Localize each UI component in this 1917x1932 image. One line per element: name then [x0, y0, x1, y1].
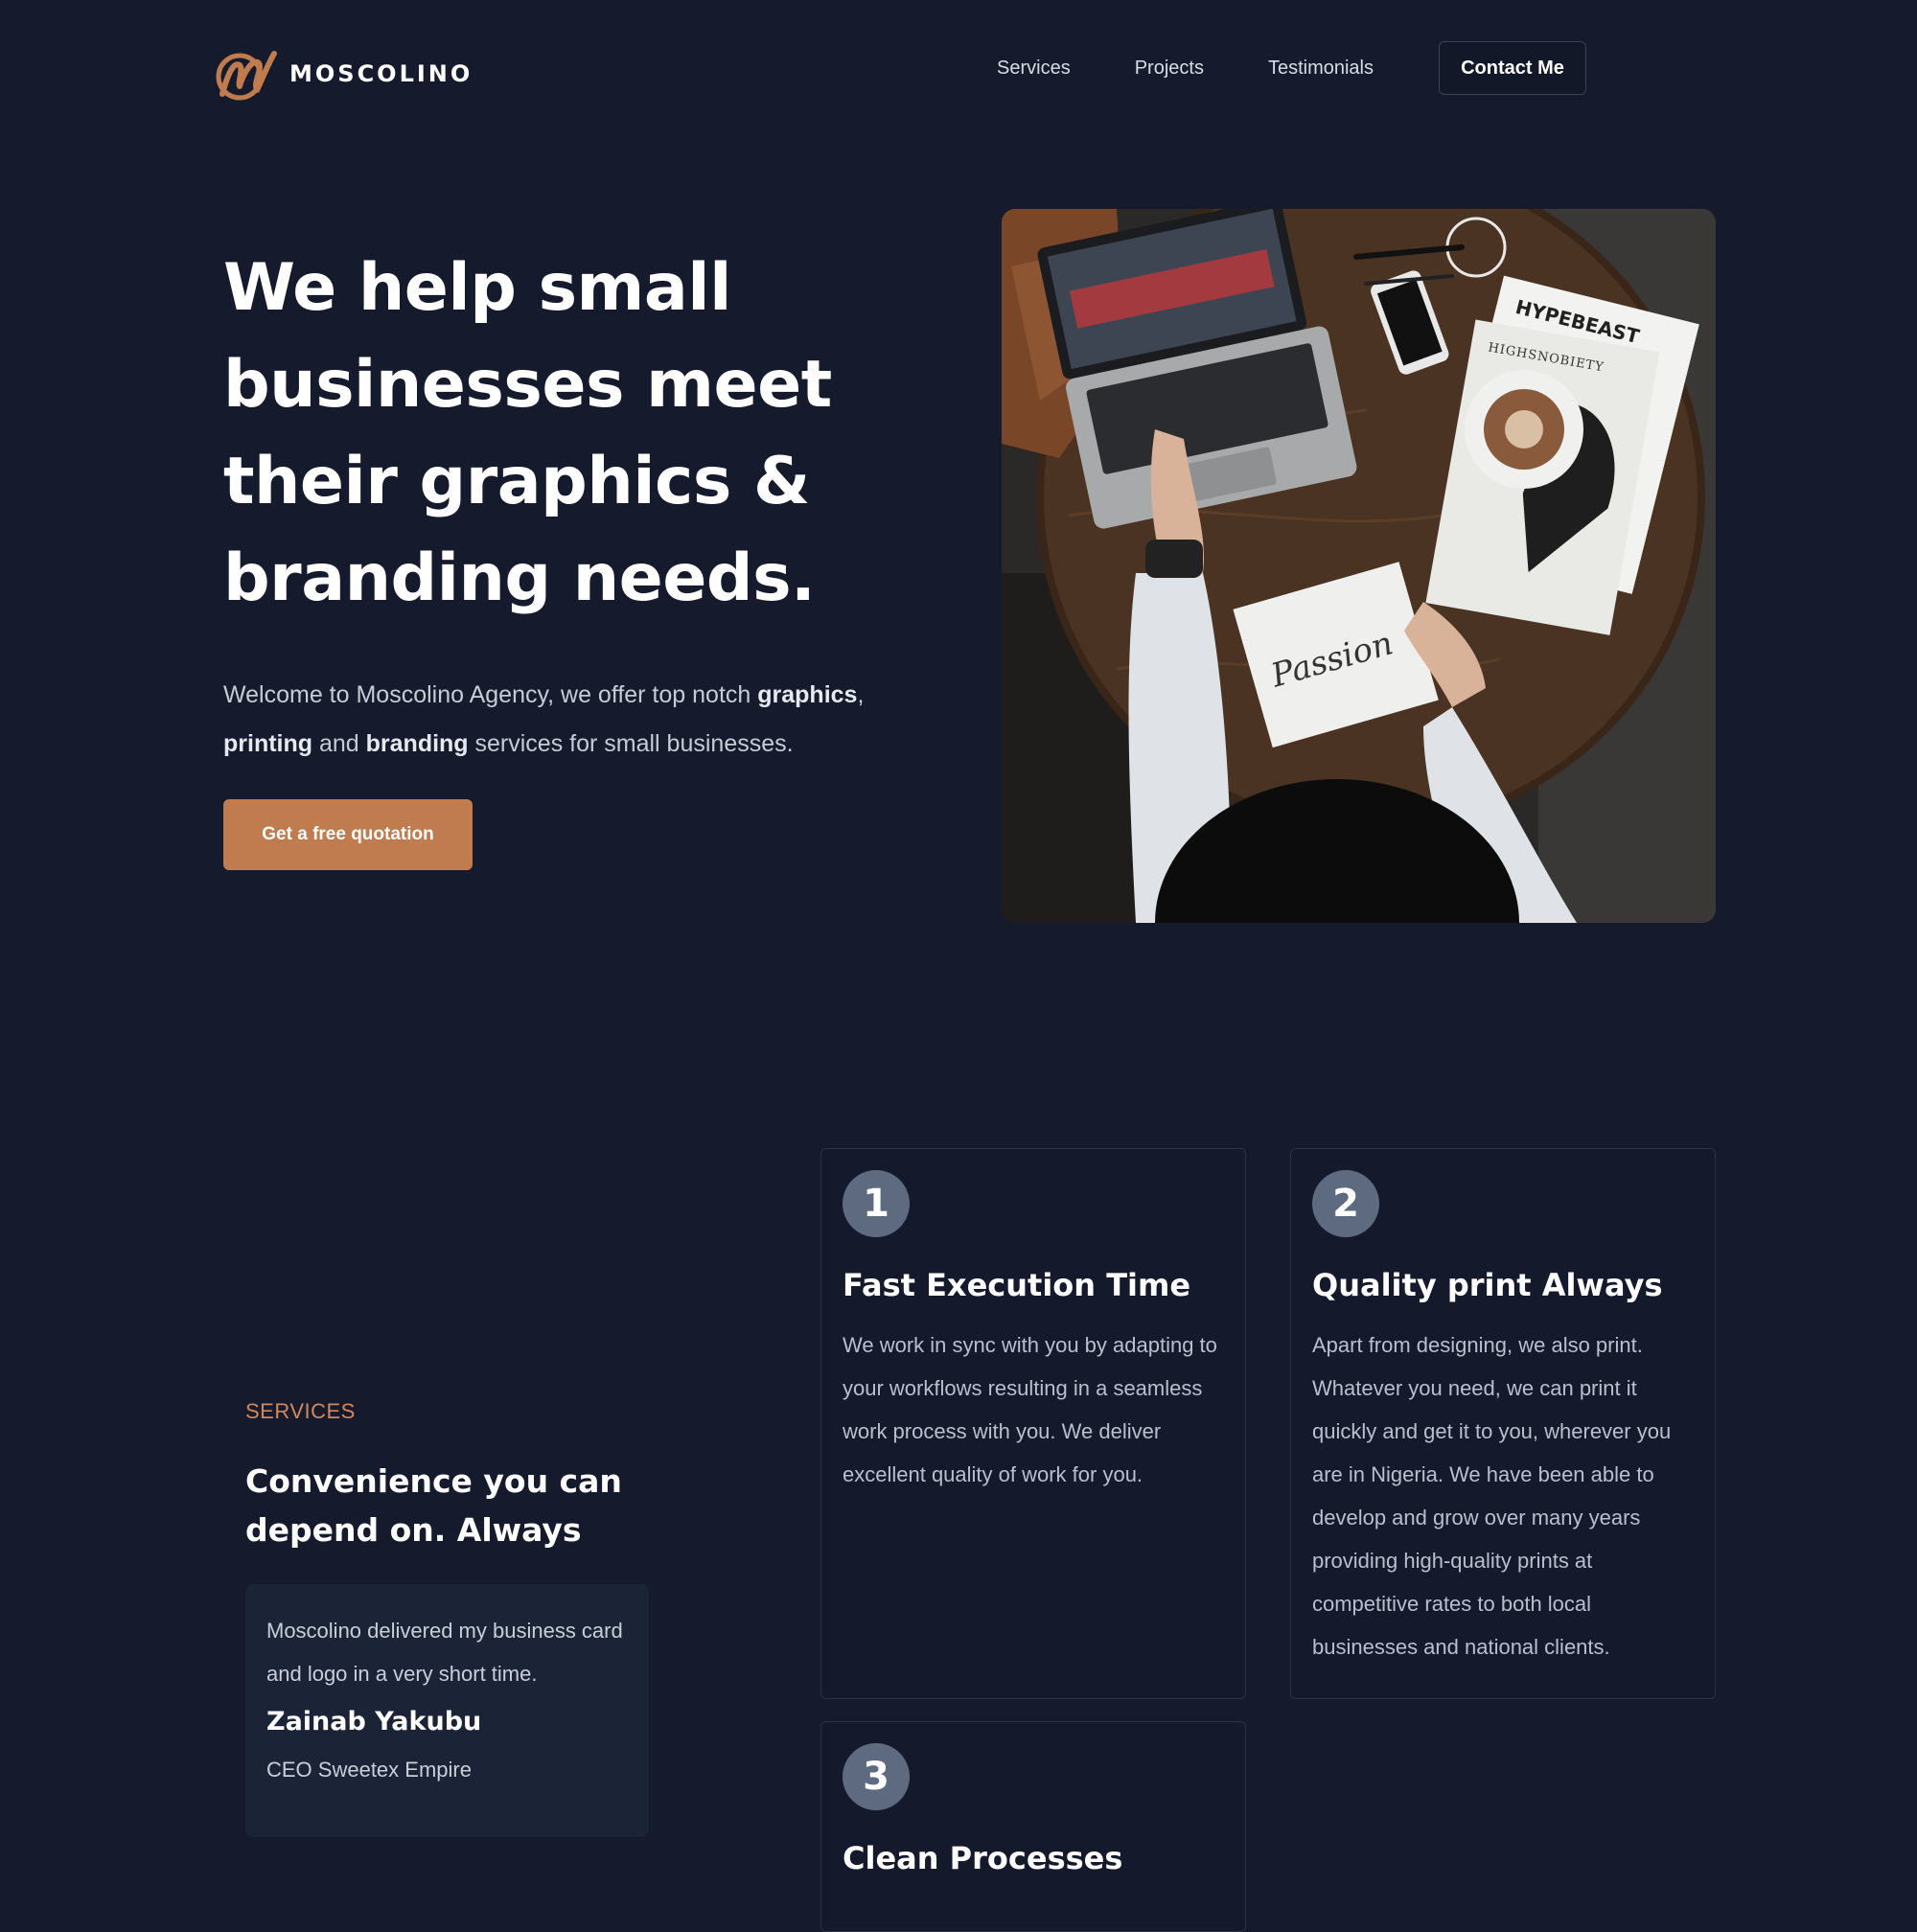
- feature-number-badge: 2: [1312, 1170, 1379, 1237]
- hero-subtitle-branding: branding: [365, 730, 469, 757]
- nav-link-services[interactable]: Services: [997, 40, 1071, 96]
- feature-card-clean-processes: 3 Clean Processes: [820, 1721, 1246, 1932]
- hero-subtitle-text: and: [312, 730, 366, 757]
- feature-description: Apart from designing, we also print. Wha…: [1312, 1333, 1672, 1659]
- free-quotation-button[interactable]: Get a free quotation: [223, 799, 473, 870]
- hero-subtitle-text: ,: [857, 681, 865, 708]
- hero-title: We help small businesses meet their grap…: [223, 250, 832, 616]
- feature-title: Fast Execution Time: [843, 1267, 1191, 1303]
- services-heading: Convenience you can depend on. Always: [245, 1462, 622, 1549]
- nav-link-testimonials[interactable]: Testimonials: [1268, 40, 1374, 96]
- feature-title: Clean Processes: [843, 1840, 1123, 1876]
- main-nav: Services Projects Testimonials Contact M…: [997, 40, 1586, 96]
- testimonial-quote: Moscolino delivered my business card and…: [266, 1619, 623, 1686]
- brand-logo[interactable]: MOSCOLINO: [211, 44, 473, 104]
- feature-number-badge: 1: [843, 1170, 910, 1237]
- testimonial-author-role: CEO Sweetex Empire: [266, 1758, 472, 1782]
- hero-subtitle-text: Welcome to Moscolino Agency, we offer to…: [223, 681, 758, 708]
- hero-subtitle: Welcome to Moscolino Agency, we offer to…: [223, 671, 933, 769]
- feature-description: We work in sync with you by adapting to …: [843, 1333, 1217, 1486]
- feature-card-fast-execution: 1 Fast Execution Time We work in sync wi…: [820, 1148, 1246, 1699]
- hero-subtitle-graphics: graphics: [757, 681, 858, 708]
- hero-subtitle-printing: printing: [223, 730, 313, 757]
- contact-me-button[interactable]: Contact Me: [1439, 41, 1586, 95]
- nav-link-projects[interactable]: Projects: [1135, 40, 1204, 96]
- feature-title: Quality print Always: [1312, 1267, 1663, 1303]
- moscolino-logo-icon: [216, 51, 277, 101]
- desk-workspace-illustration: HYPEBEAST HIGHSNOBIETY Passion: [1002, 209, 1716, 923]
- testimonial-card: Moscolino delivered my business card and…: [245, 1584, 649, 1837]
- brand-name: MOSCOLINO: [289, 60, 473, 87]
- services-eyebrow: SERVICES: [245, 1399, 356, 1423]
- hero-image: HYPEBEAST HIGHSNOBIETY Passion: [1002, 209, 1716, 923]
- feature-number-badge: 3: [843, 1743, 910, 1810]
- feature-card-quality-print: 2 Quality print Always Apart from design…: [1290, 1148, 1716, 1699]
- testimonial-author-name: Zainab Yakubu: [266, 1707, 482, 1736]
- hero-subtitle-text: services for small businesses.: [468, 730, 794, 757]
